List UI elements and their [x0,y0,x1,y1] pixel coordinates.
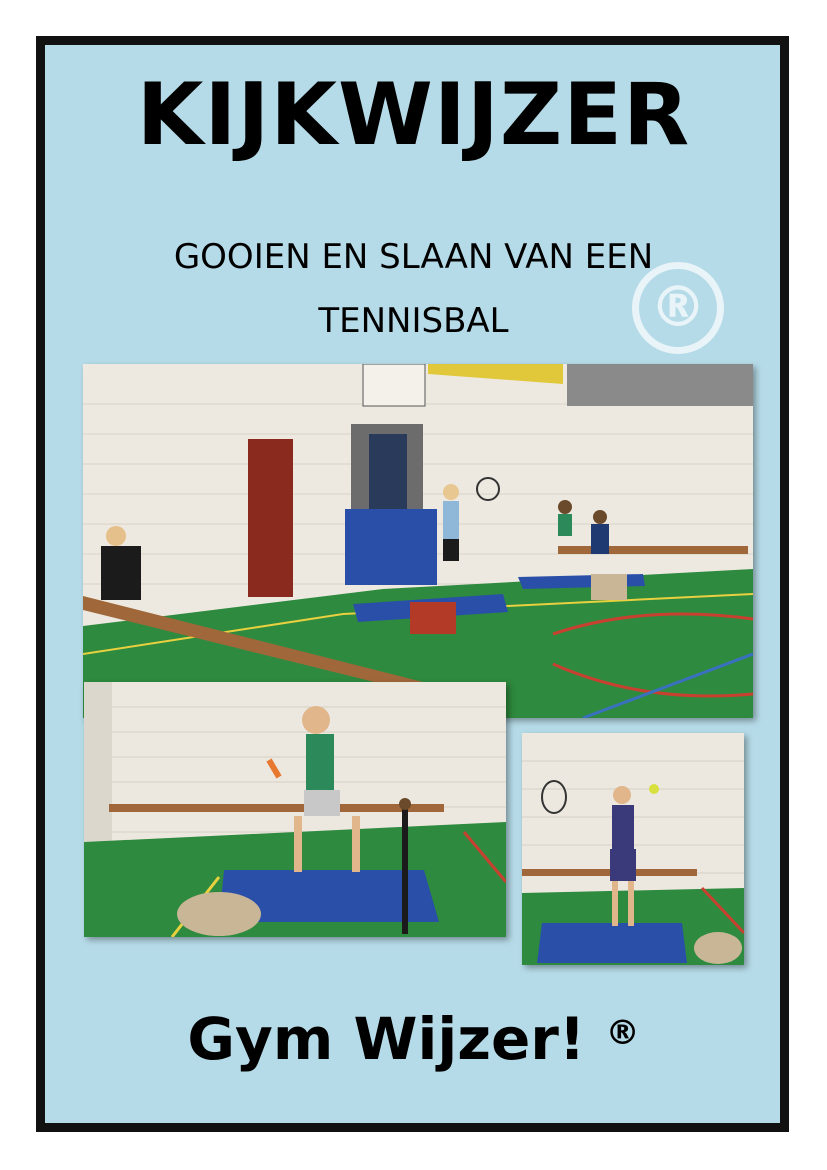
brand-name: Gym Wijzer! [187,1005,586,1073]
girl-racket-photo [522,733,744,965]
brand-footer: Gym Wijzer! ® [0,1010,827,1068]
girl-batting-photo [84,682,506,937]
page-title: KIJKWIJZER [136,65,691,165]
registered-mark: ® [605,1013,640,1053]
registered-watermark-icon: ® [632,262,724,354]
gym-overview-photo [83,364,753,718]
